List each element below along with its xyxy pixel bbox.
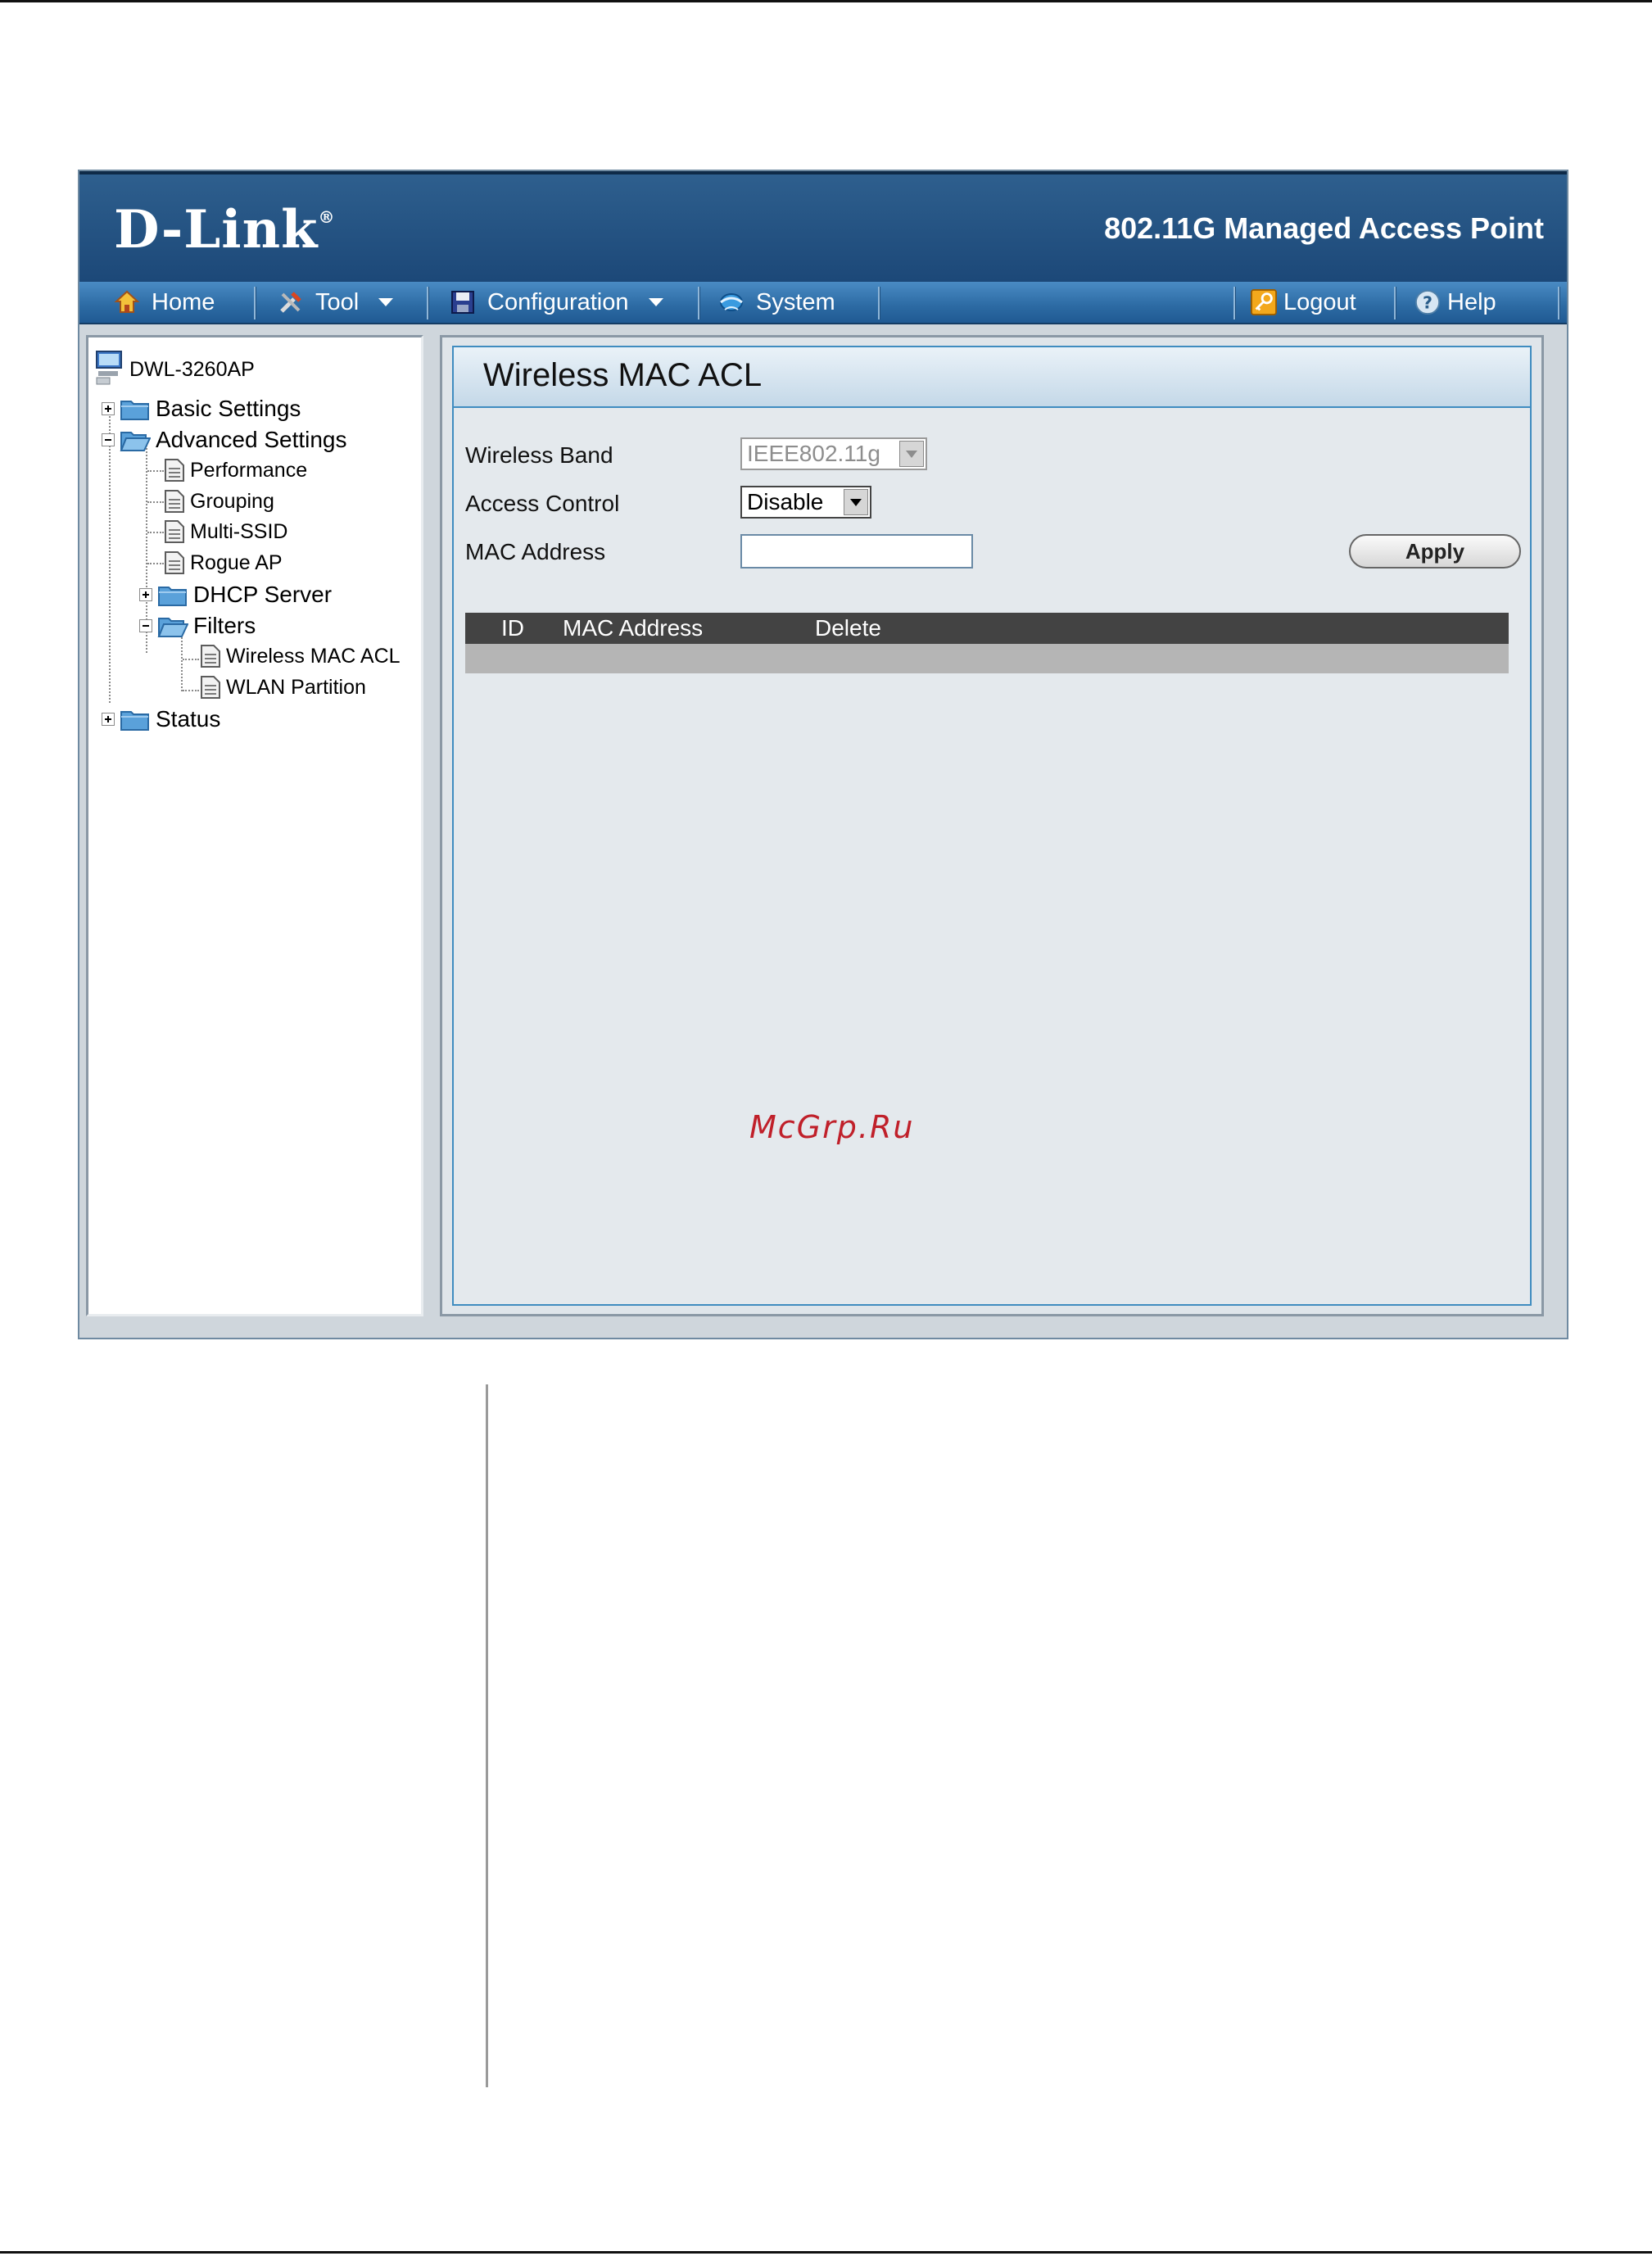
menu-system[interactable]: System <box>710 282 844 323</box>
tree-item-basic-settings[interactable]: Basic Settings <box>102 396 301 422</box>
tree-line <box>147 563 164 564</box>
tools-icon <box>278 289 304 315</box>
mac-address-input[interactable] <box>740 534 973 569</box>
computer-icon <box>95 350 124 390</box>
tree-line <box>183 690 199 691</box>
tree-item-wireless-mac-acl[interactable]: Wireless MAC ACL <box>200 644 401 668</box>
document-icon <box>165 490 184 513</box>
tree-item-performance[interactable]: Performance <box>164 458 307 482</box>
menu-separator <box>878 287 880 319</box>
collapse-icon[interactable] <box>102 433 115 446</box>
column-header-mac-address: MAC Address <box>563 615 704 641</box>
tree-line <box>109 410 111 703</box>
expand-icon[interactable] <box>102 402 115 415</box>
apply-button[interactable]: Apply <box>1349 534 1521 569</box>
tree-item-grouping[interactable]: Grouping <box>164 489 274 514</box>
collapse-icon[interactable] <box>139 619 152 632</box>
expand-icon[interactable] <box>102 713 115 726</box>
menu-separator <box>1558 287 1560 319</box>
help-icon: ? <box>1414 289 1441 315</box>
system-globe-icon <box>718 289 745 315</box>
app-header: D-Link® 802.11G Managed Access Point <box>79 171 1567 282</box>
menu-logout[interactable]: Logout <box>1242 282 1365 323</box>
column-header-delete: Delete <box>815 615 881 641</box>
navigation-tree: DWL-3260AP Basic Settings Advanced Setti… <box>86 335 423 1316</box>
table-row <box>465 644 1509 673</box>
tree-root[interactable]: DWL-3260AP <box>95 350 255 390</box>
menu-configuration[interactable]: Configuration <box>441 282 672 323</box>
tree-line <box>147 532 164 533</box>
tree-line <box>147 470 164 472</box>
folder-icon <box>158 587 187 606</box>
menu-tool[interactable]: Tool <box>269 282 401 323</box>
svg-text:?: ? <box>1423 293 1432 313</box>
folder-icon <box>120 401 149 420</box>
column-header-id: ID <box>501 615 524 641</box>
product-name: 802.11G Managed Access Point <box>1104 211 1544 245</box>
tree-line <box>183 659 199 660</box>
document-icon <box>165 459 184 482</box>
mac-address-label: MAC Address <box>465 539 606 564</box>
floppy-disk-icon <box>450 289 476 315</box>
app-window: D-Link® 802.11G Managed Access Point Hom… <box>78 170 1568 1339</box>
folder-open-icon <box>120 432 151 451</box>
tree-item-wlan-partition[interactable]: WLAN Partition <box>200 675 366 700</box>
menu-separator <box>1233 287 1236 319</box>
panel-title-bar: Wireless MAC ACL <box>454 347 1530 408</box>
home-icon <box>114 289 140 315</box>
mac-table-header: ID MAC Address Delete <box>465 613 1509 644</box>
tree-item-filters[interactable]: Filters <box>139 613 256 639</box>
chevron-down-icon <box>844 489 868 515</box>
page-bottom-rule <box>0 2251 1652 2254</box>
document-icon <box>201 676 220 699</box>
tree-item-dhcp-server[interactable]: DHCP Server <box>139 582 332 608</box>
page-title: Wireless MAC ACL <box>483 357 763 393</box>
tree-item-advanced-settings[interactable]: Advanced Settings <box>102 427 347 453</box>
wireless-band-label: Wireless Band <box>465 442 613 468</box>
access-control-label: Access Control <box>465 491 620 516</box>
folder-icon <box>120 711 149 731</box>
tree-item-multi-ssid[interactable]: Multi-SSID <box>164 519 287 544</box>
menu-help[interactable]: ? Help <box>1406 282 1505 323</box>
brand-logo: D-Link® <box>114 199 336 260</box>
tree-item-status[interactable]: Status <box>102 706 220 732</box>
key-icon <box>1251 289 1277 315</box>
document-icon <box>201 645 220 668</box>
document-icon <box>165 520 184 543</box>
vertical-divider <box>486 1384 488 2087</box>
expand-icon[interactable] <box>139 588 152 601</box>
wireless-band-select[interactable]: IEEE802.11g <box>740 437 927 470</box>
tree-item-rogue-ap[interactable]: Rogue AP <box>164 550 283 575</box>
chevron-down-icon <box>378 298 394 306</box>
menu-bar: Home Tool Configuration System Logout ? … <box>79 282 1567 324</box>
menu-separator <box>254 287 256 319</box>
menu-separator <box>427 287 429 319</box>
chevron-down-icon <box>648 298 663 306</box>
wireless-mac-acl-panel: Wireless MAC ACL Wireless Band IEEE802.1… <box>452 346 1532 1306</box>
menu-home[interactable]: Home <box>106 282 223 323</box>
access-control-select[interactable]: Disable <box>740 486 871 519</box>
chevron-down-icon <box>899 441 924 467</box>
page-top-rule <box>0 0 1652 2</box>
menu-separator <box>698 287 700 319</box>
content-panel: Wireless MAC ACL Wireless Band IEEE802.1… <box>440 335 1544 1316</box>
document-icon <box>165 551 184 574</box>
folder-open-icon <box>157 618 188 637</box>
tree-line <box>147 501 164 503</box>
watermark-text: McGrp.Ru <box>749 1109 915 1145</box>
menu-separator <box>1394 287 1396 319</box>
